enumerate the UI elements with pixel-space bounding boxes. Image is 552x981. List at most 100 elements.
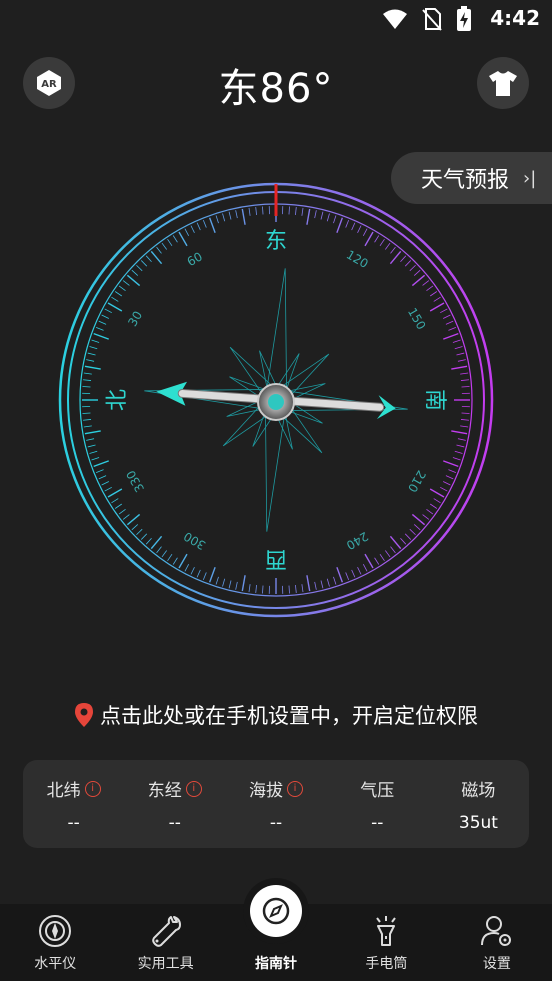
rose-spike bbox=[266, 268, 287, 401]
info-label: 气压 bbox=[360, 776, 394, 801]
info-label: 海拔 i bbox=[249, 776, 303, 801]
info-warning-icon[interactable]: i bbox=[185, 780, 202, 797]
tick-mark bbox=[288, 585, 290, 594]
tick-mark bbox=[140, 260, 148, 267]
needle-hub-center bbox=[268, 394, 284, 410]
location-permission-prompt[interactable]: 点击此处或在手机设置中，开启定位权限 bbox=[0, 700, 552, 730]
tick-mark bbox=[222, 578, 226, 587]
info-item[interactable]: 北纬 i -- bbox=[23, 760, 124, 848]
tick-mark bbox=[451, 365, 468, 370]
tick-mark bbox=[202, 219, 207, 228]
info-item[interactable]: 东经 i -- bbox=[124, 760, 225, 848]
tick-mark bbox=[409, 528, 416, 536]
nav-settings[interactable]: 设置 bbox=[442, 904, 552, 981]
tick-mark bbox=[222, 213, 226, 222]
nav-compass[interactable]: 指南针 bbox=[221, 878, 331, 981]
tick-mark bbox=[422, 514, 430, 520]
tick-mark bbox=[448, 469, 457, 474]
tick-mark bbox=[326, 578, 330, 587]
tick-mark bbox=[161, 550, 167, 558]
tick-mark bbox=[215, 215, 219, 224]
info-item: 磁场 35ut bbox=[428, 760, 529, 848]
direction-label-south: 南 bbox=[422, 389, 447, 411]
tick-mark bbox=[83, 425, 92, 428]
compass-icon bbox=[262, 897, 290, 925]
tick-mark bbox=[104, 486, 112, 492]
info-warning-icon[interactable]: i bbox=[287, 780, 303, 797]
info-warning-icon[interactable]: i bbox=[84, 780, 101, 797]
tick-mark bbox=[411, 513, 426, 526]
tick-mark bbox=[345, 572, 350, 581]
info-item: 气压 -- bbox=[327, 760, 428, 848]
tick-mark bbox=[445, 320, 454, 325]
tick-mark bbox=[101, 481, 109, 486]
tick-mark bbox=[83, 372, 92, 375]
info-label: 磁场 bbox=[461, 776, 495, 801]
tick-mark bbox=[91, 457, 100, 461]
info-item[interactable]: 海拔 i -- bbox=[225, 760, 326, 848]
tick-mark bbox=[172, 557, 178, 565]
tick-mark bbox=[111, 296, 119, 302]
tick-label: 60 bbox=[185, 249, 205, 269]
wifi-icon bbox=[383, 9, 407, 29]
nav-label: 指南针 bbox=[255, 956, 298, 972]
nav-tools[interactable]: 实用工具 bbox=[110, 904, 220, 981]
tick-mark bbox=[82, 386, 91, 388]
settings-user-icon bbox=[480, 916, 511, 946]
tick-mark bbox=[433, 296, 441, 302]
tick-mark bbox=[336, 567, 344, 583]
tick-mark bbox=[362, 564, 368, 572]
tick-mark bbox=[457, 359, 466, 362]
tick-mark bbox=[433, 498, 441, 504]
tick-mark bbox=[288, 206, 290, 215]
direction-label-west: 西 bbox=[265, 546, 287, 571]
tick-mark bbox=[136, 528, 143, 536]
tick-mark bbox=[98, 475, 107, 480]
info-label-text: 磁场 bbox=[461, 781, 496, 801]
tick-mark bbox=[374, 235, 380, 243]
tick-mark bbox=[413, 524, 421, 531]
tick-mark bbox=[451, 430, 468, 435]
tick-mark bbox=[126, 274, 141, 287]
tick-mark bbox=[150, 535, 163, 550]
tick-mark bbox=[150, 250, 163, 265]
info-label-text: 气压 bbox=[360, 781, 395, 801]
tick-label: 150 bbox=[405, 305, 429, 332]
tick-mark bbox=[400, 255, 407, 263]
tick-mark bbox=[443, 460, 459, 468]
tick-mark bbox=[306, 208, 311, 225]
tick-mark bbox=[295, 207, 297, 216]
nav-flashlight[interactable]: 手电筒 bbox=[331, 904, 441, 981]
tick-mark bbox=[101, 314, 109, 319]
nav-label: 实用工具 bbox=[137, 956, 194, 972]
tick-mark bbox=[454, 450, 463, 454]
wrench-icon bbox=[151, 916, 181, 947]
tick-mark bbox=[84, 365, 101, 370]
info-label: 东经 i bbox=[148, 776, 202, 801]
tick-mark bbox=[122, 514, 130, 520]
info-label: 北纬 i bbox=[47, 776, 101, 801]
tick-mark bbox=[167, 553, 173, 562]
tick-mark bbox=[196, 569, 201, 578]
tick-mark bbox=[389, 535, 402, 550]
tick-mark bbox=[122, 280, 130, 286]
tick-mark bbox=[93, 460, 109, 468]
tick-mark bbox=[461, 386, 470, 388]
nav-level[interactable]: 水平仪 bbox=[0, 904, 110, 981]
tick-mark bbox=[202, 572, 207, 581]
tick-mark bbox=[107, 488, 123, 498]
tick-mark bbox=[457, 438, 466, 441]
tick-mark bbox=[167, 238, 173, 247]
tick-mark bbox=[91, 339, 100, 343]
tick-mark bbox=[389, 250, 402, 265]
tick-mark bbox=[429, 503, 438, 509]
tick-mark bbox=[228, 580, 232, 589]
skin-button[interactable] bbox=[477, 57, 529, 109]
tick-mark bbox=[208, 217, 216, 233]
tick-label: 330 bbox=[123, 468, 147, 495]
tick-mark bbox=[178, 231, 188, 247]
tick-mark bbox=[404, 533, 412, 540]
tick-mark bbox=[333, 576, 337, 585]
tick-mark bbox=[86, 359, 95, 362]
tick-mark bbox=[131, 269, 139, 276]
